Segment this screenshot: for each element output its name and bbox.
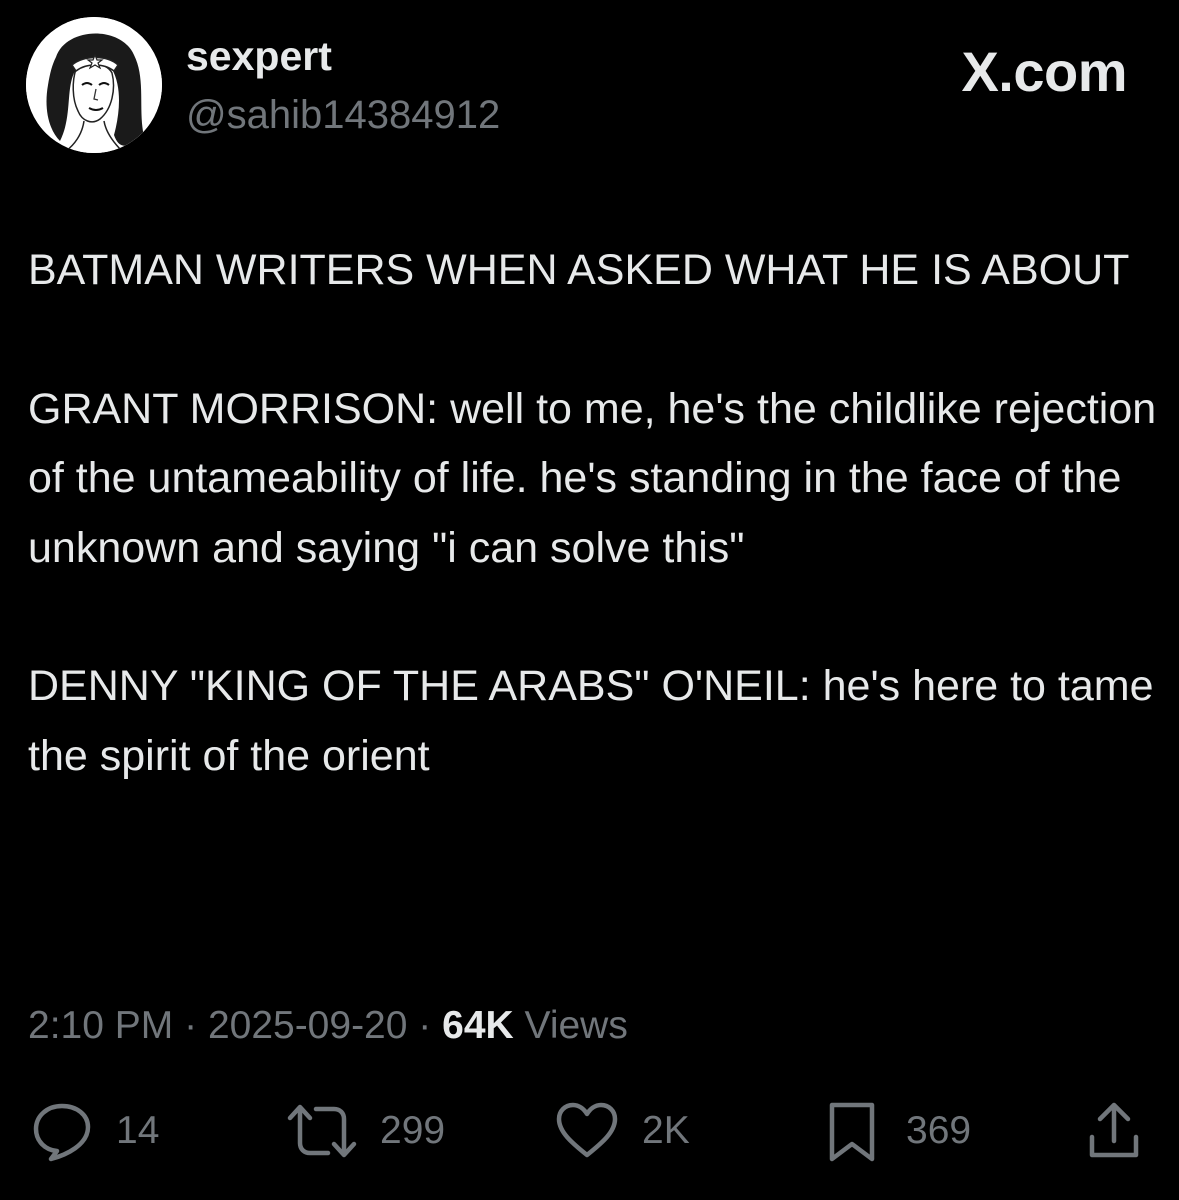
repost-icon <box>287 1104 357 1158</box>
reply-count: 14 <box>116 1109 160 1152</box>
share-icon <box>1089 1102 1139 1158</box>
user-handle[interactable]: @sahib14384912 <box>186 95 500 135</box>
views-count: 64K <box>442 1004 514 1047</box>
reply-button[interactable]: 14 <box>30 1096 159 1166</box>
like-count: 2K <box>642 1109 690 1152</box>
bookmark-button[interactable]: 369 <box>820 1096 971 1166</box>
wonder-woman-portrait-icon <box>26 17 162 153</box>
tweet-meta: 2:10 PM · 2025-09-20 · 64K Views <box>28 1006 628 1045</box>
tweet-date[interactable]: 2025-09-20 <box>208 1004 408 1047</box>
tweet-text: BATMAN WRITERS WHEN ASKED WHAT HE IS ABO… <box>28 246 1157 780</box>
meta-separator: · <box>184 1004 198 1047</box>
reply-icon <box>33 1103 91 1162</box>
bookmark-icon <box>829 1102 875 1162</box>
views-label: Views <box>524 1004 628 1047</box>
repost-button[interactable]: 299 <box>286 1096 445 1166</box>
like-button[interactable]: 2K <box>554 1096 690 1166</box>
repost-count: 299 <box>380 1109 446 1152</box>
avatar[interactable] <box>26 17 162 153</box>
tweet-time[interactable]: 2:10 PM <box>28 1004 173 1047</box>
tweet-card: sexpert @sahib14384912 X.com BATMAN WRIT… <box>0 0 1179 1200</box>
display-name[interactable]: sexpert <box>186 36 332 77</box>
meta-separator: · <box>418 1004 432 1047</box>
heart-icon <box>556 1102 618 1158</box>
brand-logo: X.com <box>961 40 1127 103</box>
action-bar: 14 299 2K 369 <box>0 1096 1179 1166</box>
share-button[interactable] <box>1082 1096 1146 1166</box>
bookmark-count: 369 <box>906 1109 972 1152</box>
